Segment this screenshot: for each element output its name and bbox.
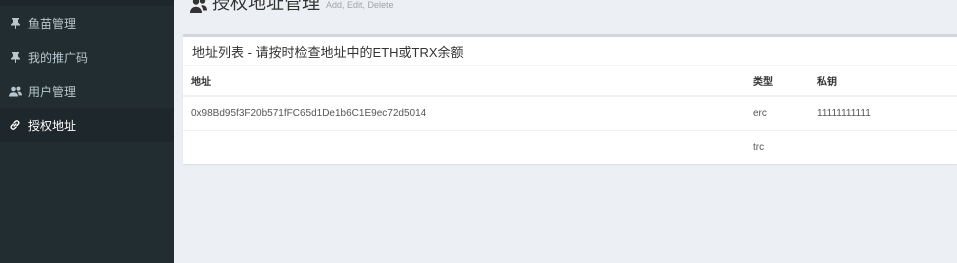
users-icon (190, 0, 207, 13)
address-table: 地址 类型 私钥 0x98Bd95f3F20b571fFC65d1De1b6C1… (183, 66, 957, 164)
sidebar-item-label: 我的推广码 (28, 50, 89, 65)
cell-address: 0x98Bd95f3F20b571fFC65d1De1b6C1E9ec72d50… (183, 96, 745, 131)
pin-icon (8, 51, 22, 63)
sidebar-item-label: 用户管理 (28, 84, 77, 99)
sidebar-item-fry-management[interactable]: 鱼苗管理 (0, 6, 174, 40)
box-header: 地址列表 - 请按时检查地址中的ETH或TRX余额 (183, 37, 957, 66)
users-icon (8, 86, 22, 97)
sidebar: 鱼苗管理 我的推广码 用户管理 授权地址 (0, 0, 174, 263)
sidebar-item-promo-code[interactable]: 我的推广码 (0, 40, 174, 74)
address-list-box: 地址列表 - 请按时检查地址中的ETH或TRX余额 地址 类型 私钥 0x98B… (183, 34, 957, 164)
sidebar-item-label: 鱼苗管理 (28, 16, 77, 31)
sidebar-item-label: 授权地址 (28, 118, 77, 133)
page-title: 授权地址管理 (212, 0, 320, 13)
box-title: 地址列表 - 请按时检查地址中的ETH或TRX余额 (192, 44, 464, 60)
table-header-row: 地址 类型 私钥 (183, 66, 957, 97)
link-icon (8, 119, 22, 131)
content-header: 授权地址管理 Add, Edit, Delete (190, 0, 394, 14)
page-subtitle: Add, Edit, Delete (326, 0, 394, 10)
column-header-private-key: 私钥 (809, 66, 957, 97)
cell-address (183, 130, 745, 164)
sidebar-item-authorized-addresses[interactable]: 授权地址 (0, 108, 174, 142)
column-header-address: 地址 (183, 66, 745, 97)
pin-icon (8, 17, 22, 29)
table-row: trc (183, 130, 957, 164)
column-header-type: 类型 (745, 66, 809, 97)
cell-private-key: 11111111111 (809, 96, 957, 131)
cell-private-key (809, 130, 957, 164)
cell-type: erc (745, 96, 809, 131)
cell-type: trc (753, 141, 765, 153)
sidebar-item-user-management[interactable]: 用户管理 (0, 74, 174, 108)
table-row: 0x98Bd95f3F20b571fFC65d1De1b6C1E9ec72d50… (183, 96, 957, 131)
